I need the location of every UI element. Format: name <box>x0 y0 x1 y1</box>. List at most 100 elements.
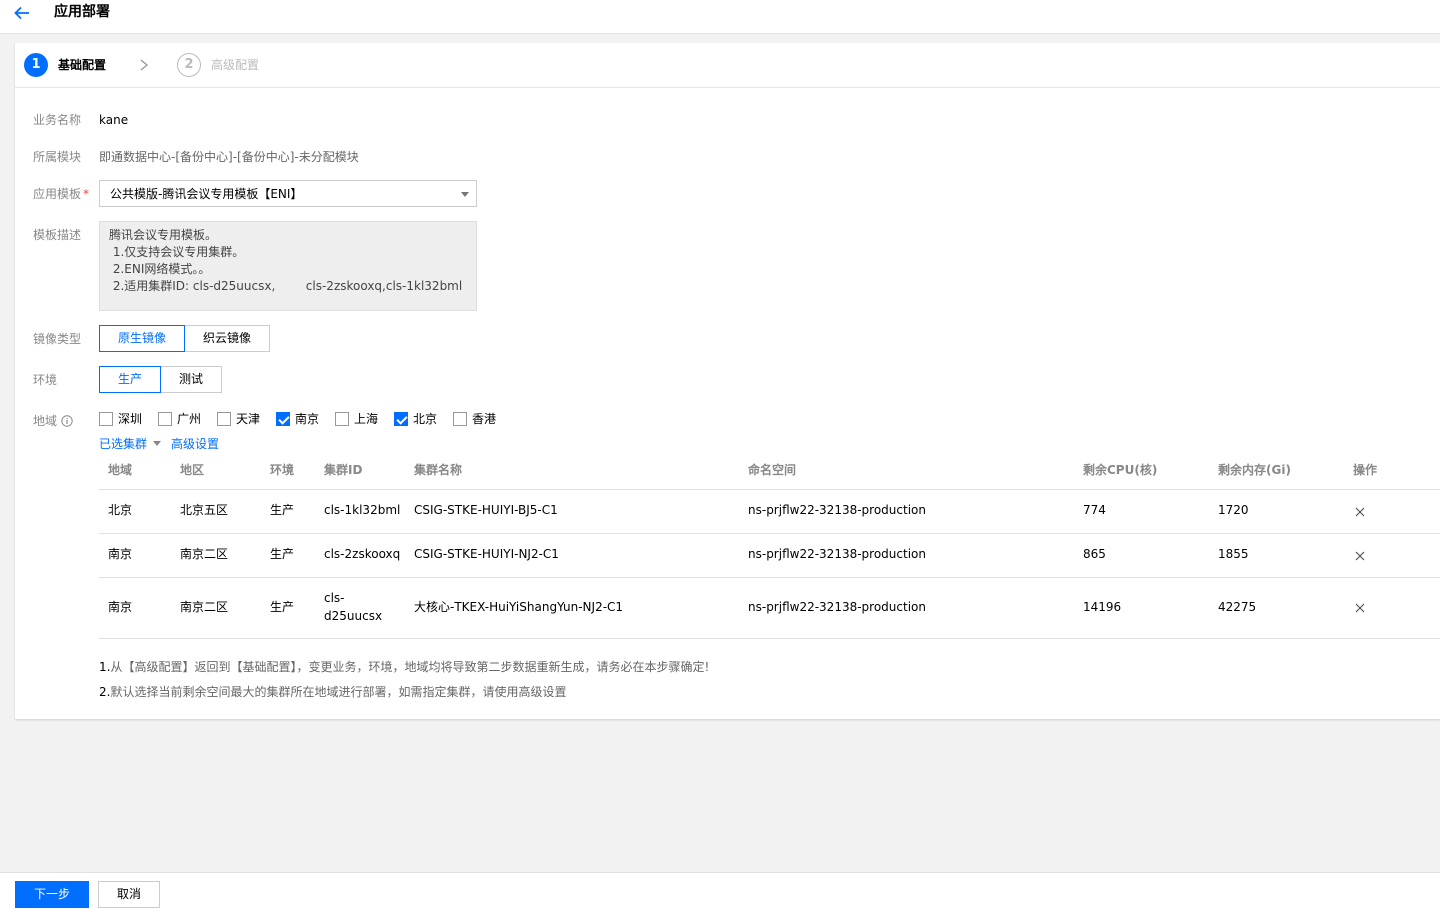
template-select[interactable]: 公共模版-腾讯会议专用模板【ENI】 <box>99 180 477 207</box>
business-name-label: 业务名称 <box>33 113 82 127</box>
deploy-form-card: 1 基础配置 2 高级配置 业务名称 kane 所属模块 即通数据中心-[备份中… <box>15 43 1440 719</box>
note-text: 默认选择当前剩余空间最大的集群所在地域进行部署，如需指定集群，请使用高级设置 <box>110 685 567 699</box>
cell-zone: 北京五区 <box>180 503 229 517</box>
cancel-button[interactable]: 取消 <box>98 881 160 908</box>
column-header: 环境 <box>270 463 295 477</box>
env-label: 环境 <box>33 373 58 387</box>
caret-down-icon <box>461 192 469 197</box>
divider <box>99 638 1440 639</box>
desc-line: 腾讯会议专用模板。 <box>109 228 218 242</box>
cell-region: 南京 <box>108 600 133 614</box>
next-step-button[interactable]: 下一步 <box>15 881 89 908</box>
image-option-zhiyun[interactable]: 织云镜像 <box>184 325 270 352</box>
region-name: 南京 <box>295 412 320 426</box>
cell-cluster-id: cls-1kl32bml <box>324 503 401 517</box>
column-header: 剩余CPU(核) <box>1083 463 1158 477</box>
checkbox-checked-icon <box>276 412 290 426</box>
step-1-number: 1 <box>24 53 48 77</box>
cell-cluster-id-line: cls- <box>324 591 345 605</box>
region-name: 北京 <box>413 412 438 426</box>
cell-cluster-id: cls- d25uucsx <box>324 589 382 625</box>
cell-cluster-name: 大核心-TKEX-HuiYiShangYun-NJ2-C1 <box>414 600 624 614</box>
checkbox-icon <box>453 412 467 426</box>
image-type-label: 镜像类型 <box>33 332 82 346</box>
cell-region: 北京 <box>108 503 133 517</box>
env-option-production[interactable]: 生产 <box>99 366 161 393</box>
cell-cpu: 865 <box>1083 547 1106 561</box>
advanced-settings-link[interactable]: 高级设置 <box>171 436 219 452</box>
divider <box>99 577 1440 578</box>
template-desc-box: 腾讯会议专用模板。 1.仅支持会议专用集群。 2.ENI网络模式。。 2.适用集… <box>99 221 477 311</box>
step-bar: 1 基础配置 2 高级配置 <box>15 43 1440 88</box>
desc-line: 2.ENI网络模式。。 <box>109 262 211 276</box>
note-text: 从【高级配置】返回到【基础配置】，变更业务，环境，地域均将导致第二步数据重新生成… <box>110 660 710 674</box>
cell-zone: 南京二区 <box>180 547 229 561</box>
template-desc-label: 模板描述 <box>33 228 82 242</box>
cell-zone: 南京二区 <box>180 600 229 614</box>
cell-mem: 42275 <box>1218 600 1257 614</box>
cell-env: 生产 <box>270 503 295 517</box>
cell-cluster-name: CSIG-STKE-HUIYI-NJ2-C1 <box>414 547 559 561</box>
selected-clusters-label: 已选集群 <box>99 437 148 451</box>
region-name: 广州 <box>177 412 202 426</box>
cell-region: 南京 <box>108 547 133 561</box>
back-arrow-icon[interactable] <box>12 4 32 22</box>
desc-line: 2.适用集群ID: cls-d25uucsx, cls-2zskooxq,cls… <box>109 279 463 293</box>
cell-namespace: ns-prjflw22-32138-production <box>748 600 926 614</box>
cell-mem: 1720 <box>1218 503 1249 517</box>
divider <box>99 533 1440 534</box>
column-header: 集群ID <box>324 463 363 477</box>
checkbox-checked-icon <box>394 412 408 426</box>
cell-cpu: 14196 <box>1083 600 1122 614</box>
cell-cpu: 774 <box>1083 503 1106 517</box>
note-2: 2.默认选择当前剩余空间最大的集群所在地域进行部署，如需指定集群，请使用高级设置 <box>99 684 566 700</box>
region-name: 香港 <box>472 412 497 426</box>
region-name: 深圳 <box>118 412 143 426</box>
template-label-text: 应用模板 <box>33 187 82 201</box>
column-header: 地域 <box>108 463 133 477</box>
checkbox-icon <box>217 412 231 426</box>
step-1-label: 基础配置 <box>58 58 107 72</box>
note-number: 2. <box>99 685 111 699</box>
column-header: 地区 <box>180 463 205 477</box>
cell-cluster-id: cls-2zskooxq <box>324 547 401 561</box>
checkbox-icon <box>335 412 349 426</box>
region-label-text: 地域 <box>33 414 58 428</box>
close-icon[interactable] <box>1355 507 1365 517</box>
cell-mem: 1855 <box>1218 547 1249 561</box>
cell-env: 生产 <box>270 600 295 614</box>
note-number: 1. <box>99 660 111 674</box>
cell-env: 生产 <box>270 547 295 561</box>
selected-clusters-toggle[interactable]: 已选集群 <box>99 436 161 452</box>
image-option-native[interactable]: 原生镜像 <box>99 325 185 352</box>
region-label: 地域 <box>33 413 73 429</box>
region-name: 天津 <box>236 412 261 426</box>
checkbox-icon <box>158 412 172 426</box>
template-label: 应用模板 * <box>33 186 89 202</box>
required-marker: * <box>83 187 90 201</box>
caret-down-icon <box>152 441 161 446</box>
info-icon[interactable] <box>61 415 73 427</box>
page-title: 应用部署 <box>54 4 110 20</box>
region-name: 上海 <box>354 412 379 426</box>
env-option-test[interactable]: 测试 <box>160 366 222 393</box>
business-name-value: kane <box>99 113 129 127</box>
close-icon[interactable] <box>1355 551 1365 561</box>
column-header: 集群名称 <box>414 463 463 477</box>
chevron-right-icon <box>140 59 149 71</box>
close-icon[interactable] <box>1355 603 1365 613</box>
checkbox-icon <box>99 412 113 426</box>
desc-line: 1.仅支持会议专用集群。 <box>109 245 245 259</box>
column-header: 命名空间 <box>748 463 797 477</box>
step-2-number: 2 <box>177 53 201 77</box>
cell-cluster-id-line: d25uucsx <box>324 609 383 623</box>
cell-namespace: ns-prjflw22-32138-production <box>748 547 926 561</box>
step-2-label: 高级配置 <box>211 58 260 72</box>
module-label: 所属模块 <box>33 150 82 164</box>
cell-namespace: ns-prjflw22-32138-production <box>748 503 926 517</box>
divider <box>99 489 1440 490</box>
footer-bar: 下一步 取消 <box>0 872 1440 909</box>
cell-cluster-name: CSIG-STKE-HUIYI-BJ5-C1 <box>414 503 558 517</box>
column-header: 剩余内存(Gi) <box>1218 463 1291 477</box>
template-select-value: 公共模版-腾讯会议专用模板【ENI】 <box>110 187 303 201</box>
